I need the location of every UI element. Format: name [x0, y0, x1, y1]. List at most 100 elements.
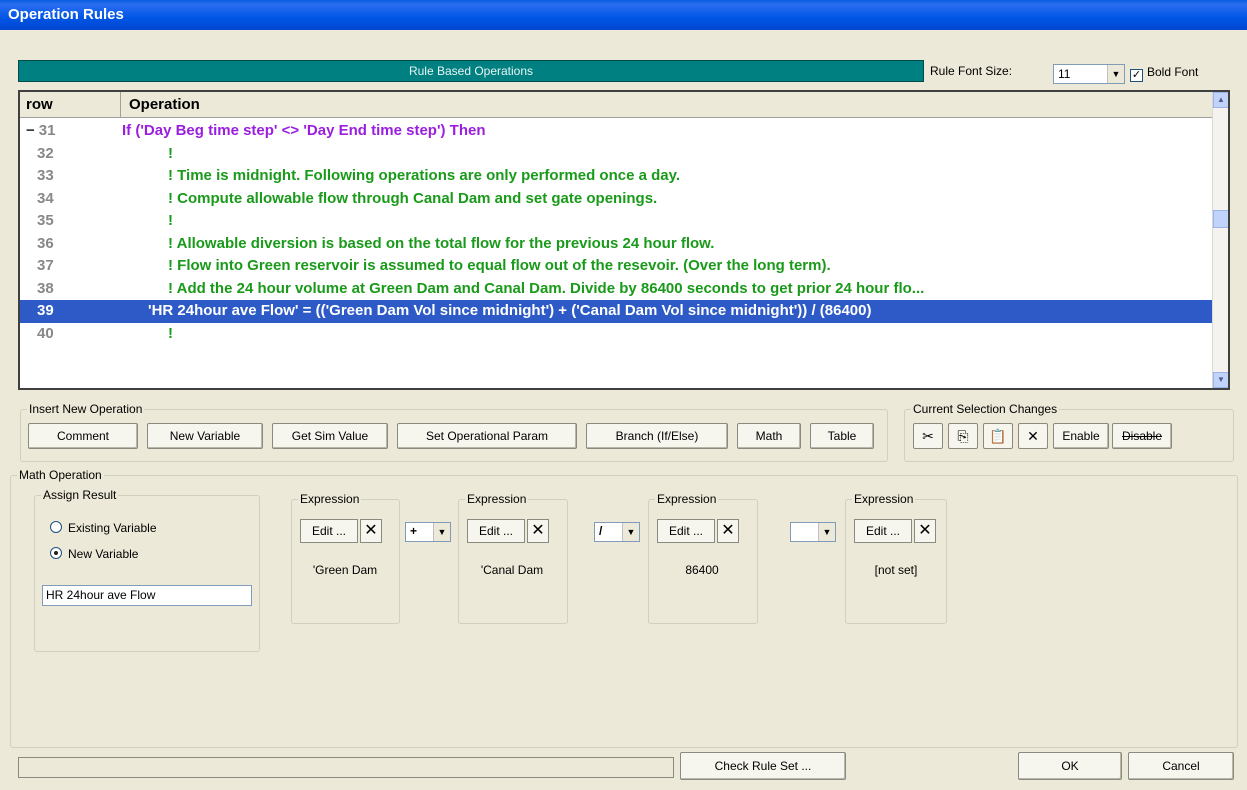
table-row[interactable]: 34 ! Compute allowable flow through Canal…: [20, 188, 1214, 211]
math-button[interactable]: Math: [737, 423, 801, 449]
new-variable-radio[interactable]: New Variable: [50, 547, 138, 561]
expression-2-clear-icon[interactable]: ✕: [527, 519, 549, 543]
row-number-value: 32: [37, 144, 54, 162]
existing-variable-radio[interactable]: Existing Variable: [50, 521, 157, 535]
table-row[interactable]: 32!: [20, 143, 1214, 166]
chevron-down-icon[interactable]: ▼: [818, 523, 835, 541]
expression-3-clear-icon[interactable]: ✕: [717, 519, 739, 543]
assign-result-legend: Assign Result: [43, 488, 117, 502]
collapse-icon[interactable]: −: [26, 122, 35, 139]
operator-2-select[interactable]: / ▼: [594, 522, 640, 542]
paste-icon[interactable]: 📋: [983, 423, 1013, 449]
cut-icon[interactable]: ✂: [913, 423, 943, 449]
chevron-down-icon[interactable]: ▼: [1107, 65, 1124, 83]
get-sim-value-button[interactable]: Get Sim Value: [272, 423, 388, 449]
new-variable-name-input[interactable]: HR 24hour ave Flow: [42, 585, 252, 606]
chevron-down-icon[interactable]: ▼: [622, 523, 639, 541]
expression-1-clear-icon[interactable]: ✕: [360, 519, 382, 543]
row-number: 37: [26, 257, 116, 274]
operator-1-select[interactable]: + ▼: [405, 522, 451, 542]
check-rule-set-button[interactable]: Check Rule Set ...: [680, 752, 846, 780]
bold-font-checkbox[interactable]: ✓ Bold Font: [1130, 65, 1198, 82]
column-header-operation[interactable]: Operation: [120, 92, 208, 118]
comment-button[interactable]: Comment: [28, 423, 138, 449]
row-number-value: 33: [37, 167, 54, 184]
expression-1-group: Expression: [291, 492, 400, 624]
operation-text: 'HR 24hour ave Flow' = (('Green Dam Vol …: [148, 302, 872, 319]
insert-group-legend: Insert New Operation: [29, 402, 143, 416]
vertical-scrollbar[interactable]: ▲ ▼: [1212, 92, 1228, 388]
table-row[interactable]: 36 ! Allowable diversion is based on the …: [20, 233, 1214, 256]
existing-variable-label: Existing Variable: [68, 521, 157, 535]
delete-icon[interactable]: ✕: [1018, 423, 1048, 449]
disable-button[interactable]: Disable: [1112, 423, 1172, 449]
operation-text: !: [168, 324, 173, 342]
expression-2-edit-button[interactable]: Edit ...: [467, 519, 525, 543]
font-size-select[interactable]: 11 ▼: [1053, 64, 1125, 84]
new-variable-button[interactable]: New Variable: [147, 423, 263, 449]
font-size-label: Rule Font Size:: [930, 64, 1013, 78]
table-row[interactable]: 40!: [20, 323, 1214, 346]
row-number: 33: [26, 167, 116, 184]
operations-table: row Operation −31 If ('Day Beg time step'…: [18, 90, 1230, 390]
operation-text: !: [168, 144, 173, 162]
expression-1-legend: Expression: [300, 492, 360, 506]
expression-3-edit-button[interactable]: Edit ...: [657, 519, 715, 543]
table-row[interactable]: 35!: [20, 210, 1214, 233]
bold-font-label: Bold Font: [1147, 65, 1199, 79]
table-row[interactable]: −31 If ('Day Beg time step' <> 'Day End t…: [20, 120, 1214, 143]
branch-if-else-button[interactable]: Branch (If/Else): [586, 423, 728, 449]
new-variable-label: New Variable: [68, 547, 139, 561]
row-number-value: 35: [37, 212, 54, 229]
operator-2-value: /: [599, 524, 603, 538]
expression-4-group: Expression: [845, 492, 947, 624]
expression-4-edit-button[interactable]: Edit ...: [854, 519, 912, 543]
expression-4-legend: Expression: [854, 492, 914, 506]
table-row[interactable]: 37 ! Flow into Green reservoir is assumed…: [20, 255, 1214, 278]
row-number: 38: [26, 280, 116, 297]
copy-icon[interactable]: ⎘: [948, 423, 978, 449]
operation-text: ! Allowable diversion is based on the to…: [168, 234, 715, 252]
expression-3-legend: Expression: [657, 492, 717, 506]
radio-unchecked-icon[interactable]: [50, 521, 62, 533]
scroll-thumb[interactable]: [1213, 210, 1228, 228]
window-title: Operation Rules: [8, 6, 124, 23]
expression-1-edit-button[interactable]: Edit ...: [300, 519, 358, 543]
row-number-value: 34: [37, 189, 54, 207]
math-operation-legend: Math Operation: [19, 468, 102, 482]
scroll-down-icon[interactable]: ▼: [1213, 372, 1228, 388]
operation-text: !: [168, 212, 173, 229]
radio-checked-icon[interactable]: [50, 547, 62, 559]
row-number: 36: [26, 235, 116, 252]
font-size-value: 11: [1058, 67, 1071, 81]
column-header-row[interactable]: row: [26, 96, 53, 113]
row-number: −31: [26, 122, 116, 139]
row-number: 32: [26, 145, 116, 162]
row-number-value: 31: [38, 122, 56, 139]
operator-1-value: +: [410, 524, 418, 538]
row-number-value: 39: [37, 302, 54, 319]
table-row[interactable]: 33 ! Time is midnight. Following operatio…: [20, 165, 1214, 188]
table-row[interactable]: 38 ! Add the 24 hour volume at Green Dam …: [20, 278, 1214, 301]
operator-3-select[interactable]: ▼: [790, 522, 836, 542]
title-bar: Operation Rules: [0, 0, 1247, 30]
operation-text: ! Compute allowable flow through Canal D…: [168, 189, 658, 207]
row-number-value: 38: [37, 279, 54, 297]
expression-4-value: [not set]: [874, 563, 918, 577]
expression-1-value: 'Green Dam: [312, 563, 378, 577]
expression-4-clear-icon[interactable]: ✕: [914, 519, 936, 543]
checkbox-checked-icon[interactable]: ✓: [1130, 69, 1143, 82]
table-button[interactable]: Table: [810, 423, 874, 449]
table-row[interactable]: 39 'HR 24hour ave Flow' = (('Green Dam Vo…: [20, 300, 1214, 323]
row-number-value: 37: [37, 257, 54, 274]
table-header: row Operation: [20, 92, 1214, 118]
row-number-value: 40: [37, 324, 54, 342]
cancel-button[interactable]: Cancel: [1128, 752, 1234, 780]
ok-button[interactable]: OK: [1018, 752, 1122, 780]
set-operational-param-button[interactable]: Set Operational Param: [397, 423, 577, 449]
scroll-up-icon[interactable]: ▲: [1213, 92, 1228, 108]
enable-button[interactable]: Enable: [1053, 423, 1109, 449]
rule-based-operations-band: Rule Based Operations: [18, 60, 924, 82]
row-number: 40: [26, 325, 116, 342]
chevron-down-icon[interactable]: ▼: [433, 523, 450, 541]
